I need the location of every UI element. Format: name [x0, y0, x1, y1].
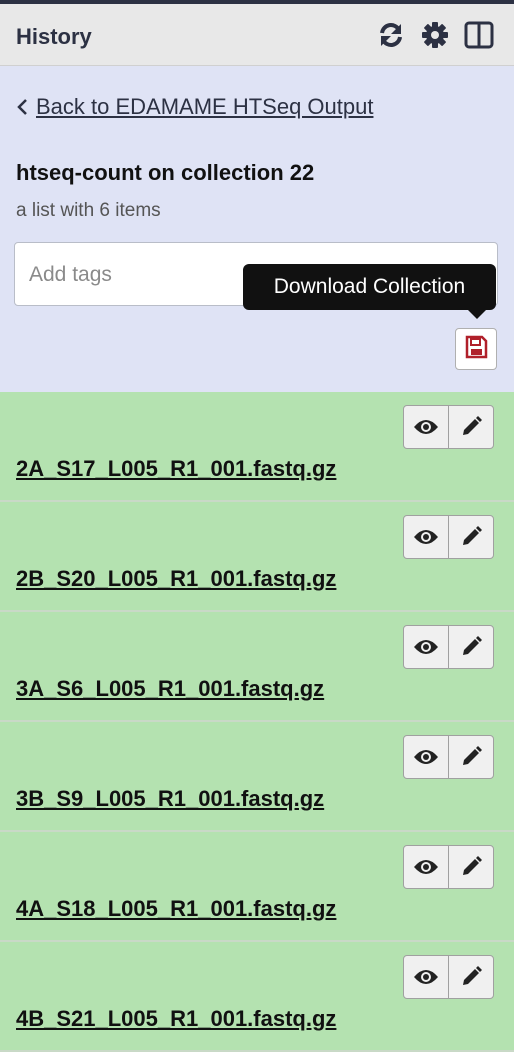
- list-item: 4B_S21_L005_R1_001.fastq.gz: [0, 942, 514, 1052]
- floppy-disk-icon: [464, 335, 488, 364]
- eye-icon[interactable]: [404, 406, 448, 448]
- back-link-label: Back to EDAMAME HTSeq Output: [36, 94, 374, 119]
- pencil-icon[interactable]: [448, 406, 493, 448]
- dataset-name[interactable]: 4B_S21_L005_R1_001.fastq.gz: [16, 1006, 336, 1032]
- dataset-name[interactable]: 4A_S18_L005_R1_001.fastq.gz: [16, 896, 336, 922]
- pencil-icon[interactable]: [448, 626, 493, 668]
- pencil-icon[interactable]: [448, 516, 493, 558]
- list-item: 3A_S6_L005_R1_001.fastq.gz: [0, 612, 514, 722]
- gear-icon[interactable]: [420, 20, 450, 50]
- header-icons: [376, 20, 494, 50]
- dataset-name[interactable]: 2A_S17_L005_R1_001.fastq.gz: [16, 456, 336, 482]
- chevron-left-icon: [16, 98, 28, 116]
- list-item: 2B_S20_L005_R1_001.fastq.gz: [0, 502, 514, 612]
- eye-icon[interactable]: [404, 736, 448, 778]
- eye-icon[interactable]: [404, 846, 448, 888]
- list-item: 3B_S9_L005_R1_001.fastq.gz: [0, 722, 514, 832]
- dataset-list: 2A_S17_L005_R1_001.fastq.gz 2B_S20_L005_…: [0, 392, 514, 1052]
- pencil-icon[interactable]: [448, 956, 493, 998]
- item-actions: [403, 625, 494, 669]
- dataset-name[interactable]: 2B_S20_L005_R1_001.fastq.gz: [16, 566, 336, 592]
- download-tooltip: Download Collection: [243, 264, 496, 319]
- download-collection-button[interactable]: [455, 328, 497, 370]
- list-item: 2A_S17_L005_R1_001.fastq.gz: [0, 392, 514, 502]
- history-title: History: [16, 24, 92, 49]
- eye-icon[interactable]: [404, 626, 448, 668]
- refresh-icon[interactable]: [376, 20, 406, 50]
- eye-icon[interactable]: [404, 516, 448, 558]
- dataset-name[interactable]: 3B_S9_L005_R1_001.fastq.gz: [16, 786, 324, 812]
- columns-icon[interactable]: [464, 20, 494, 50]
- history-header: History: [0, 4, 514, 66]
- dataset-name[interactable]: 3A_S6_L005_R1_001.fastq.gz: [16, 676, 324, 702]
- item-actions: [403, 735, 494, 779]
- pencil-icon[interactable]: [448, 846, 493, 888]
- pencil-icon[interactable]: [448, 736, 493, 778]
- item-actions: [403, 955, 494, 999]
- collection-panel: Back to EDAMAME HTSeq Output htseq-count…: [0, 66, 514, 392]
- collection-description: a list with 6 items: [16, 200, 161, 221]
- collection-title: htseq-count on collection 22: [16, 160, 315, 185]
- item-actions: [403, 845, 494, 889]
- item-actions: [403, 405, 494, 449]
- back-link[interactable]: Back to EDAMAME HTSeq Output: [16, 94, 373, 120]
- list-item: 4A_S18_L005_R1_001.fastq.gz: [0, 832, 514, 942]
- eye-icon[interactable]: [404, 956, 448, 998]
- item-actions: [403, 515, 494, 559]
